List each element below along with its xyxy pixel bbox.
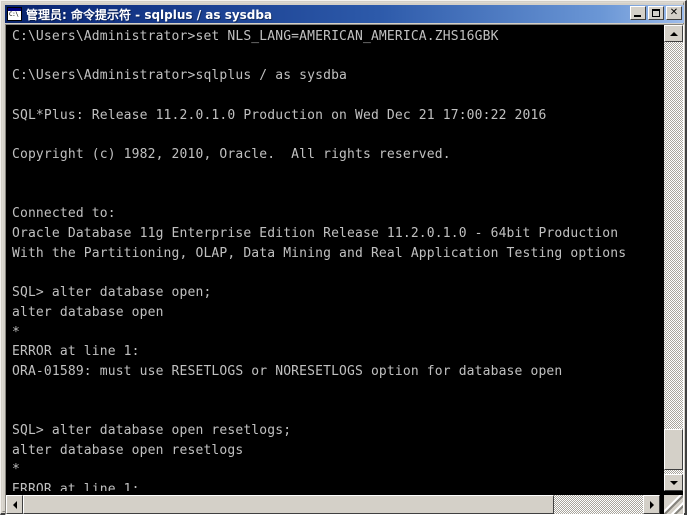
title-bar[interactable]: C:\ 管理员: 命令提示符 - sqlplus / as sysdba ✕	[5, 5, 684, 23]
chevron-down-icon	[670, 481, 678, 485]
scroll-right-button[interactable]	[643, 495, 660, 514]
vertical-scrollbar[interactable]	[664, 25, 683, 491]
chevron-right-icon	[650, 501, 654, 509]
console-prompt-icon[interactable]: C:\	[7, 7, 22, 21]
icon-prompt-text: C:\	[9, 11, 18, 19]
window-title: 管理员: 命令提示符 - sqlplus / as sysdba	[26, 6, 272, 23]
scroll-up-button[interactable]	[664, 25, 683, 42]
maximize-icon	[652, 9, 660, 17]
close-icon: ✕	[667, 7, 681, 19]
console-client-area: C:\Users\Administrator>set NLS_LANG=AMER…	[5, 24, 684, 515]
window-inner-frame: C:\ 管理员: 命令提示符 - sqlplus / as sysdba ✕ C…	[2, 2, 684, 512]
scroll-left-button[interactable]	[6, 495, 23, 514]
minimize-button[interactable]	[630, 6, 646, 20]
chevron-up-icon	[670, 32, 678, 36]
maximize-button[interactable]	[648, 6, 664, 20]
vertical-scroll-track[interactable]	[664, 42, 683, 474]
scroll-down-button[interactable]	[664, 474, 683, 491]
minimize-icon	[634, 15, 641, 17]
console-window: C:\ 管理员: 命令提示符 - sqlplus / as sysdba ✕ C…	[0, 0, 687, 515]
resize-grip-icon[interactable]	[664, 495, 683, 514]
horizontal-scrollbar[interactable]	[6, 495, 660, 514]
close-button[interactable]: ✕	[666, 6, 682, 20]
terminal-output-area[interactable]: C:\Users\Administrator>set NLS_LANG=AMER…	[7, 25, 660, 491]
terminal-text: C:\Users\Administrator>set NLS_LANG=AMER…	[12, 27, 626, 491]
chevron-left-icon	[13, 501, 17, 509]
vertical-scroll-thumb[interactable]	[664, 429, 683, 470]
horizontal-scroll-thumb[interactable]	[23, 495, 554, 514]
window-controls: ✕	[630, 6, 682, 20]
